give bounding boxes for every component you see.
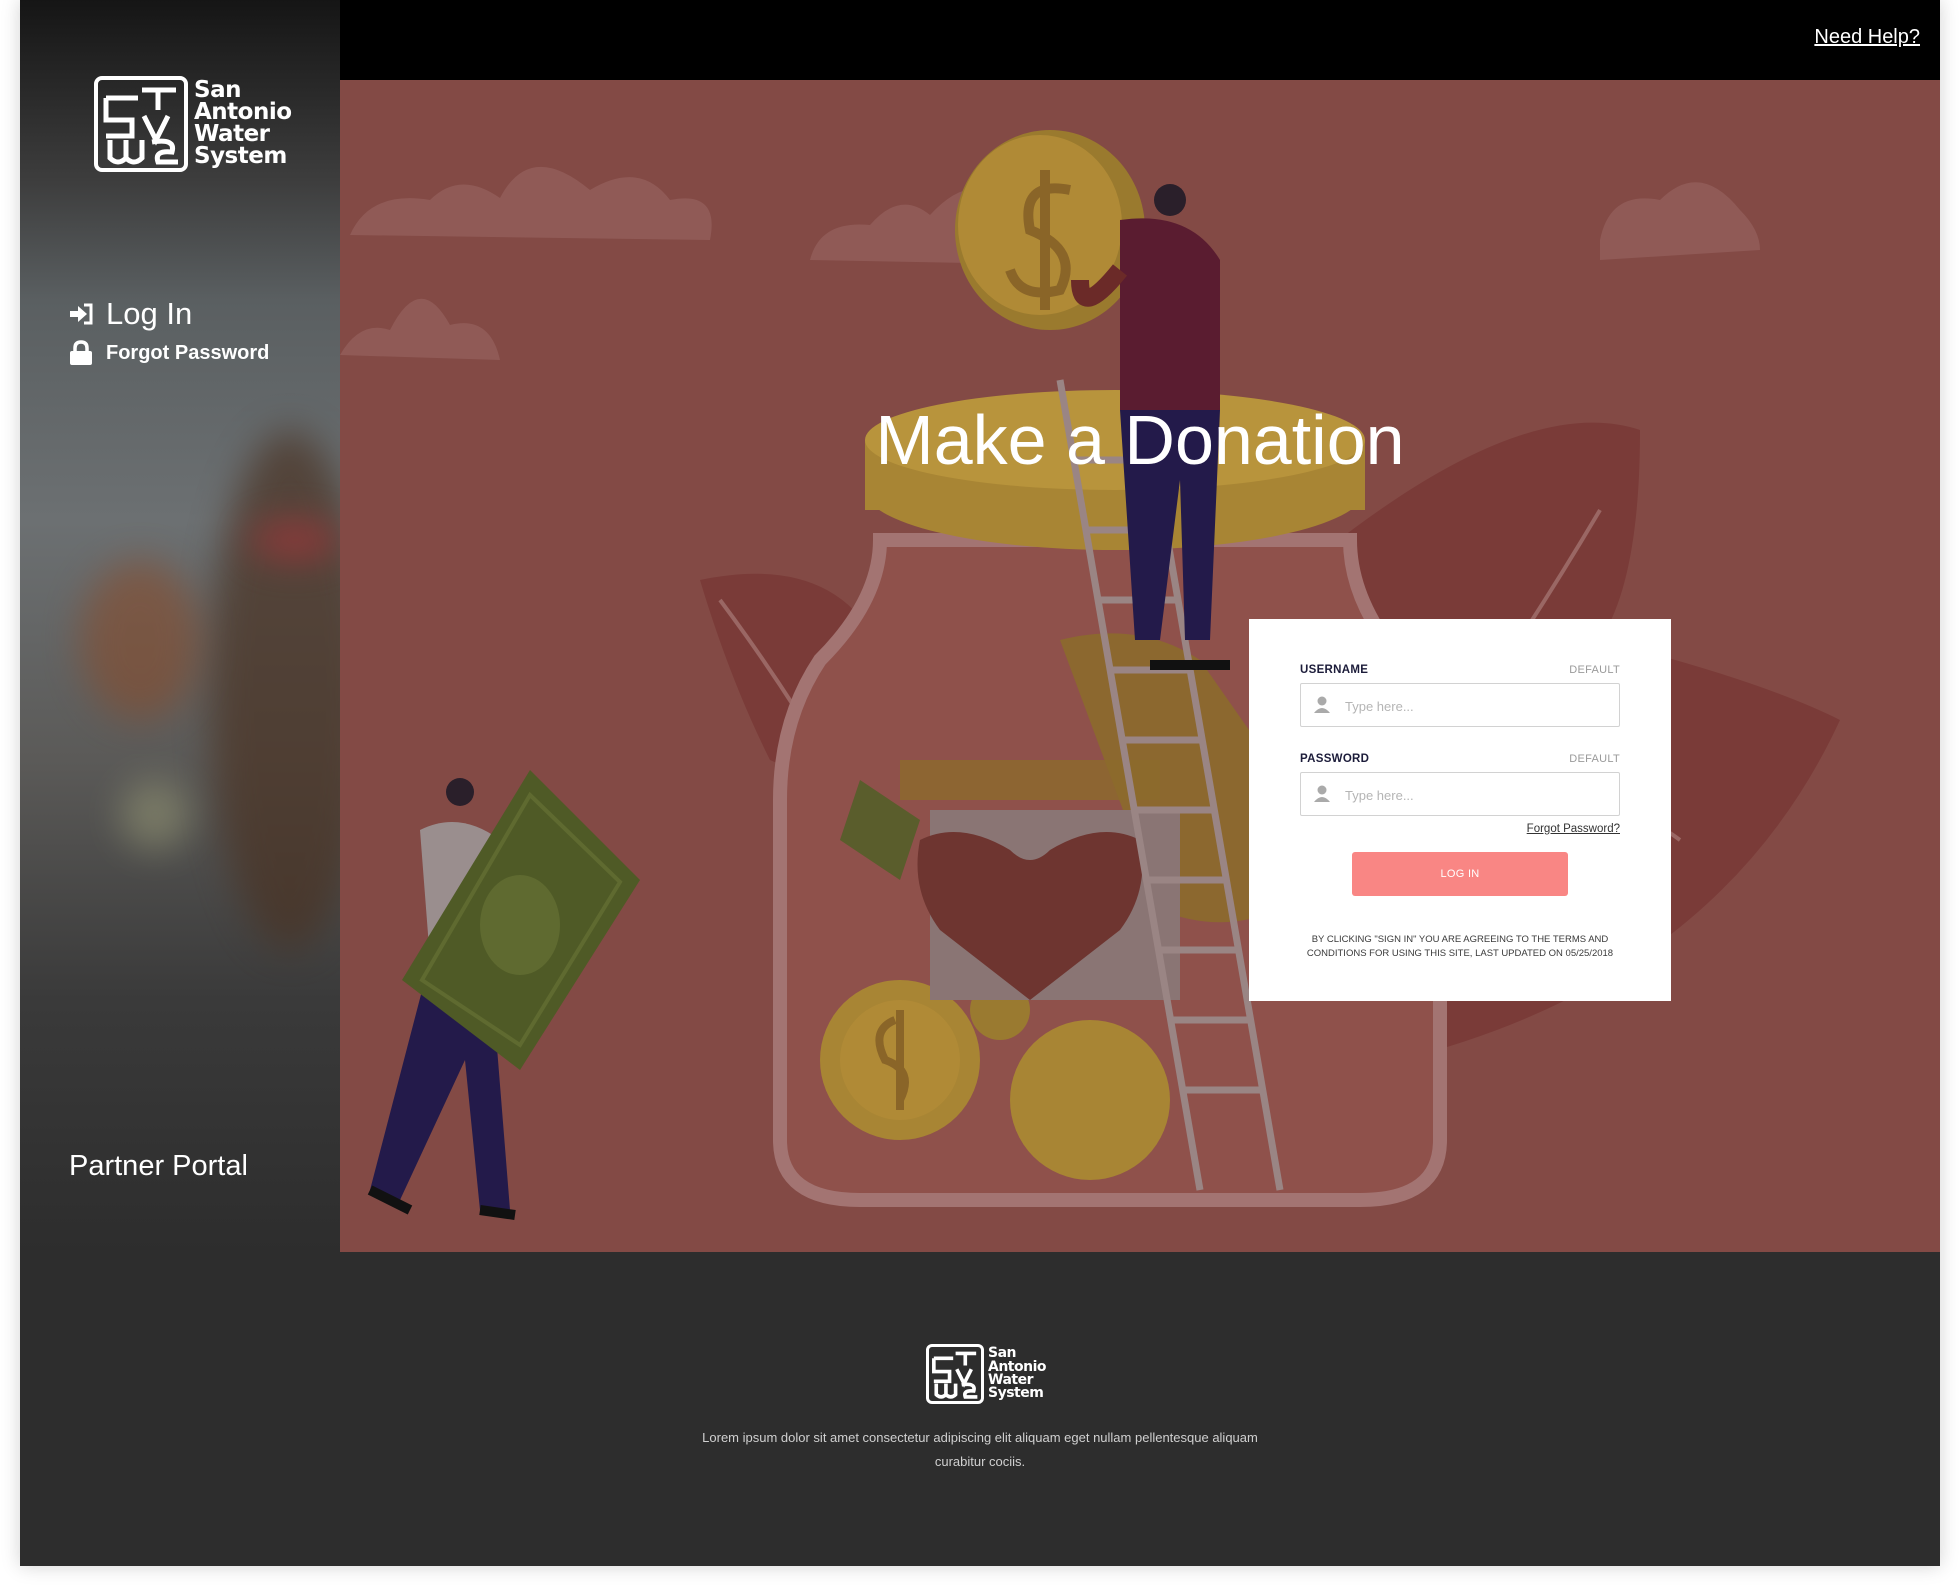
brand-name-line: System: [988, 1385, 1044, 1402]
sign-in-icon: [68, 302, 94, 326]
logo-mark-icon: [103, 87, 178, 165]
portal-label: Partner Portal: [69, 1150, 248, 1182]
background-light-blur: [80, 560, 200, 720]
password-input[interactable]: [1343, 783, 1607, 807]
password-label: PASSWORD: [1300, 753, 1370, 765]
password-field[interactable]: [1300, 772, 1620, 816]
page-title: Make a Donation: [875, 401, 1405, 479]
hero-banner: Make a Donation USERNAME DEFAULT PASSWOR…: [340, 80, 1940, 1252]
footer: San Antonio Water System Lorem ipsum dol…: [20, 1252, 1940, 1566]
footer-text: Lorem ipsum dolor sit amet consectetur a…: [702, 1430, 1258, 1469]
user-icon: [1313, 696, 1331, 718]
saws-logo-mark: [94, 76, 188, 172]
donation-illustration: [340, 130, 1840, 1220]
sidebar-item-log-in[interactable]: Log In: [68, 296, 192, 332]
sidebar: San Antonio Water System Log In Forgot P…: [20, 0, 340, 1252]
background-jar-blur: [210, 430, 340, 950]
man-with-bill: [367, 770, 640, 1220]
forgot-password-link[interactable]: Forgot Password?: [1527, 823, 1620, 835]
username-label: USERNAME: [1300, 664, 1369, 676]
sidebar-item-label: Log In: [106, 296, 193, 331]
coin-shape: [955, 130, 1145, 330]
user-icon: [1313, 785, 1331, 807]
background-ribbon-blur: [250, 520, 340, 560]
brand-logo[interactable]: San Antonio Water System: [94, 76, 292, 172]
login-card: USERNAME DEFAULT PASSWORD DEFAULT Forgot…: [1249, 619, 1671, 1001]
log-in-button[interactable]: LOG IN: [1352, 852, 1568, 896]
username-hint: DEFAULT: [1569, 664, 1620, 676]
sidebar-item-label: Forgot Password: [106, 341, 270, 364]
password-hint: DEFAULT: [1569, 753, 1620, 765]
need-help-link[interactable]: Need Help?: [1814, 26, 1920, 49]
top-bar: Need Help?: [340, 0, 1940, 80]
page-frame: San Antonio Water System Log In Forgot P…: [20, 0, 1940, 1566]
footer-logo[interactable]: San Antonio Water System: [926, 1344, 1047, 1404]
brand-name-line: System: [194, 142, 287, 169]
lock-icon: [68, 340, 94, 366]
logo-mark-icon: [932, 1351, 978, 1399]
saws-logo-mark: [926, 1344, 984, 1404]
username-input[interactable]: [1343, 694, 1607, 718]
username-field[interactable]: [1300, 683, 1620, 727]
background-bokeh-blur: [120, 780, 190, 850]
terms-notice: BY CLICKING "SIGN IN" YOU ARE AGREEING T…: [1306, 934, 1614, 959]
sidebar-item-forgot-password[interactable]: Forgot Password: [68, 340, 269, 366]
